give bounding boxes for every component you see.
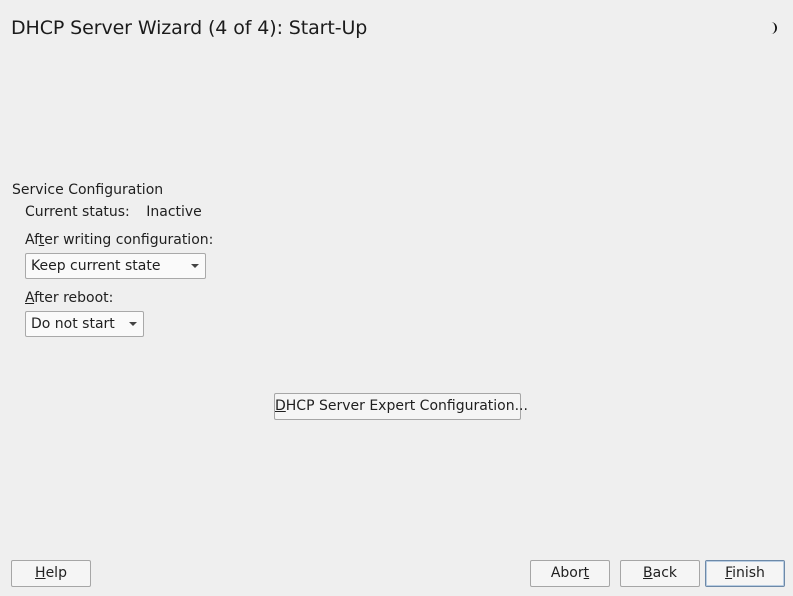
after-reboot-label: After reboot:: [25, 290, 114, 306]
current-status-row: Current status: Inactive: [25, 204, 202, 220]
back-button[interactable]: Back: [620, 560, 700, 587]
after-reboot-select[interactable]: Do not start: [25, 311, 144, 337]
chevron-down-icon: [191, 264, 199, 268]
help-button[interactable]: Help: [11, 560, 91, 587]
finish-button[interactable]: Finish: [705, 560, 785, 587]
after-writing-label: After writing configuration:: [25, 232, 214, 248]
after-writing-select[interactable]: Keep current state: [25, 253, 206, 279]
current-status-label: Current status:: [25, 204, 130, 220]
current-status-value: Inactive: [146, 204, 202, 220]
moon-icon[interactable]: [767, 21, 781, 35]
chevron-down-icon: [129, 322, 137, 326]
service-configuration-title: Service Configuration: [12, 182, 164, 198]
window-title: DHCP Server Wizard (4 of 4): Start-Up: [11, 17, 368, 39]
after-reboot-select-value: Do not start: [31, 316, 115, 332]
expert-configuration-button[interactable]: DHCP Server Expert Configuration...: [274, 393, 528, 420]
abort-button[interactable]: Abort: [530, 560, 610, 587]
after-writing-select-value: Keep current state: [31, 258, 161, 274]
